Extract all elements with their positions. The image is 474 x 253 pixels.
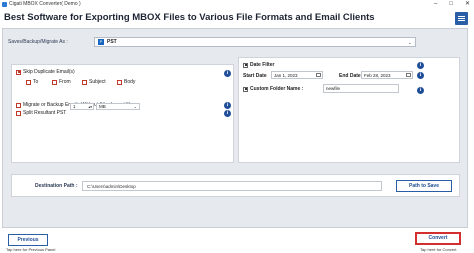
previous-button[interactable]: Previous — [8, 234, 48, 246]
info-icon[interactable]: i — [224, 110, 231, 117]
save-as-row: Saves/Backup/Migrate As : P PST ⌄ — [8, 34, 463, 50]
end-date-label: End Date — [339, 73, 361, 79]
checkbox-box[interactable] — [243, 86, 248, 92]
split-size-stepper[interactable]: 1 ▴▾ — [70, 103, 94, 110]
info-icon[interactable]: i — [417, 87, 424, 94]
destination-label: Destination Path : — [35, 183, 78, 189]
info-icon[interactable]: i — [417, 72, 424, 79]
custom-folder-checkbox[interactable]: Custom Folder Name : — [243, 86, 303, 92]
split-pst-label: Split Resultant PST — [23, 110, 67, 116]
close-icon[interactable]: ✕ — [465, 0, 470, 9]
custom-folder-input[interactable]: newfile — [323, 84, 399, 93]
window-titlebar: Cigati MBOX Converter( Demo ) – □ ✕ — [0, 0, 474, 9]
info-icon[interactable]: i — [417, 62, 424, 69]
calendar-icon[interactable] — [406, 73, 411, 77]
split-unit-value: MB — [99, 104, 106, 109]
calendar-icon[interactable] — [316, 73, 321, 77]
start-date-label: Start Date — [243, 73, 267, 79]
field-label: Subject — [89, 79, 106, 85]
start-date-value: Jan 1, 2023 — [274, 73, 298, 78]
window-title: Cigati MBOX Converter( Demo ) — [9, 1, 81, 7]
custom-folder-value: newfile — [326, 86, 341, 91]
field-label: Body — [124, 79, 136, 85]
field-label: To — [33, 79, 39, 85]
field-body-checkbox[interactable]: Body — [117, 79, 135, 85]
start-date-input[interactable]: Jan 1, 2023 — [271, 71, 323, 79]
email-options-box: Skip Duplicate Email(s) i To From Subjec… — [11, 64, 234, 163]
app-icon — [2, 2, 7, 7]
format-select[interactable]: P PST ⌄ — [94, 37, 416, 47]
checkbox-box[interactable] — [243, 62, 248, 68]
filter-box: Date Filter i Start Date Jan 1, 2023 End… — [238, 57, 460, 163]
destination-box: Destination Path : C:\Users\admin\Deskto… — [11, 174, 460, 197]
info-icon[interactable]: i — [224, 102, 231, 109]
info-icon[interactable]: i — [224, 70, 231, 77]
checkbox-box[interactable] — [16, 102, 21, 108]
convert-button[interactable]: Convert — [418, 234, 458, 243]
window-controls: – □ ✕ — [434, 0, 470, 9]
checkbox-box[interactable] — [52, 79, 57, 85]
date-filter-checkbox[interactable]: Date Filter — [243, 62, 274, 68]
skip-duplicates-label: Skip Duplicate Email(s) — [23, 69, 75, 75]
field-to-checkbox[interactable]: To — [26, 79, 38, 85]
path-to-save-button[interactable]: Path to Save — [396, 180, 452, 192]
checkbox-box[interactable] — [117, 79, 122, 85]
field-subject-checkbox[interactable]: Subject — [82, 79, 106, 85]
previous-hint: Tap here for Previous Panel — [6, 247, 56, 252]
stepper-arrows-icon[interactable]: ▴▾ — [88, 104, 92, 110]
field-label: From — [59, 79, 71, 85]
end-date-value: Feb 28, 2023 — [364, 73, 391, 78]
hamburger-menu-icon[interactable] — [455, 12, 468, 25]
checkbox-box[interactable] — [16, 69, 21, 75]
skip-duplicates-checkbox[interactable]: Skip Duplicate Email(s) — [16, 69, 75, 75]
split-size-value: 1 — [73, 104, 76, 109]
checkbox-box[interactable] — [16, 110, 21, 116]
checkbox-box[interactable] — [26, 79, 31, 85]
save-as-label: Saves/Backup/Migrate As : — [8, 39, 68, 45]
app-header: Best Software for Exporting MBOX Files t… — [2, 9, 468, 28]
maximize-icon[interactable]: □ — [449, 0, 453, 9]
date-filter-label: Date Filter — [250, 62, 275, 68]
custom-folder-label: Custom Folder Name : — [250, 86, 304, 92]
split-pst-checkbox[interactable]: Split Resultant PST — [16, 110, 66, 116]
split-unit-select[interactable]: MB ⌄ — [96, 103, 140, 110]
destination-path-input[interactable]: C:\Users\admin\Desktop — [82, 181, 382, 191]
page-title: Best Software for Exporting MBOX Files t… — [4, 12, 375, 23]
chevron-down-icon: ⌄ — [407, 40, 412, 46]
destination-path-value: C:\Users\admin\Desktop — [87, 184, 136, 189]
checkbox-box[interactable] — [82, 79, 87, 85]
format-select-value: PST — [107, 39, 117, 45]
end-date-input[interactable]: Feb 28, 2023 — [361, 71, 413, 79]
convert-highlight: Convert — [415, 232, 461, 245]
convert-hint: Tap here for Convert — [420, 247, 457, 252]
minimize-icon[interactable]: – — [434, 0, 437, 9]
chevron-down-icon: ⌄ — [133, 104, 137, 109]
field-from-checkbox[interactable]: From — [52, 79, 71, 85]
pst-file-icon: P — [98, 39, 104, 45]
main-panel: Saves/Backup/Migrate As : P PST ⌄ Skip D… — [2, 28, 468, 228]
